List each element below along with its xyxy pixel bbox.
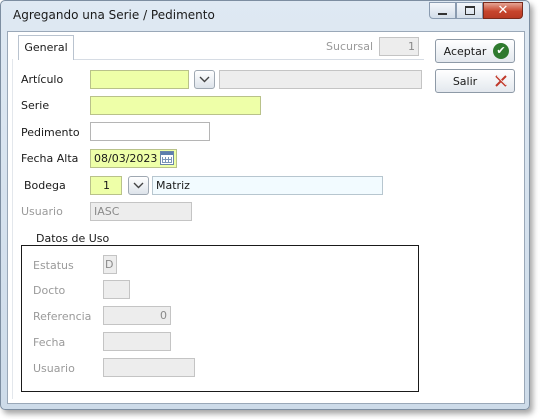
salir-label: Salir (452, 74, 478, 88)
pedimento-field[interactable] (90, 122, 210, 141)
fecha-alta-label: Fecha Alta (21, 152, 79, 165)
articulo-field[interactable] (90, 70, 189, 89)
title-bar[interactable]: Agregando una Serie / Pedimento ✕ (1, 1, 529, 29)
datos-de-uso-title: Datos de Uso (34, 232, 112, 245)
usuario-field: IASC (90, 202, 192, 221)
dialog-body: General Sucursal 1 Aceptar ✔ Salir Artíc… (7, 31, 525, 404)
close-window-button[interactable]: ✕ (483, 2, 523, 19)
bodega-label: Bodega (24, 179, 66, 192)
tab-general[interactable]: General (18, 35, 74, 60)
sucursal-label: Sucursal (326, 40, 374, 53)
tab-panel-border (12, 59, 13, 399)
salir-button[interactable]: Salir (435, 69, 515, 93)
articulo-label: Artículo (21, 73, 64, 86)
usuario-uso-field (103, 358, 195, 377)
x-icon (495, 75, 507, 87)
docto-field (103, 280, 130, 299)
chevron-down-icon (133, 182, 144, 189)
pedimento-label: Pedimento (21, 126, 80, 139)
dialog-window: Agregando una Serie / Pedimento ✕ Genera… (0, 0, 530, 410)
aceptar-label: Aceptar (443, 44, 487, 58)
fecha-field (103, 332, 171, 351)
tab-divider (74, 59, 424, 60)
checkmark-circle-icon: ✔ (493, 43, 509, 59)
minimize-button[interactable] (429, 2, 456, 19)
referencia-field: 0 (103, 306, 171, 325)
estatus-field: D (103, 255, 117, 274)
docto-label: Docto (33, 284, 66, 297)
bodega-field[interactable]: 1 (90, 176, 122, 195)
maximize-button[interactable] (456, 2, 483, 19)
articulo-description-field (219, 70, 422, 89)
usuario-label: Usuario (21, 205, 63, 218)
calendar-icon[interactable] (160, 151, 174, 165)
usuario-uso-label: Usuario (33, 362, 75, 375)
referencia-label: Referencia (33, 310, 92, 323)
aceptar-button[interactable]: Aceptar ✔ (435, 39, 515, 63)
serie-field[interactable] (90, 96, 261, 115)
articulo-dropdown-button[interactable] (194, 70, 215, 89)
bodega-dropdown-button[interactable] (128, 176, 149, 195)
maximize-icon (464, 6, 475, 15)
minimize-icon (438, 12, 447, 15)
fecha-label: Fecha (33, 336, 66, 349)
sucursal-field: 1 (379, 37, 419, 56)
estatus-label: Estatus (33, 259, 74, 272)
bodega-name-field: Matriz (152, 176, 383, 195)
chevron-down-icon (199, 76, 210, 83)
serie-label: Serie (21, 99, 50, 112)
window-title: Agregando una Serie / Pedimento (13, 8, 215, 22)
close-icon: ✕ (497, 3, 509, 18)
